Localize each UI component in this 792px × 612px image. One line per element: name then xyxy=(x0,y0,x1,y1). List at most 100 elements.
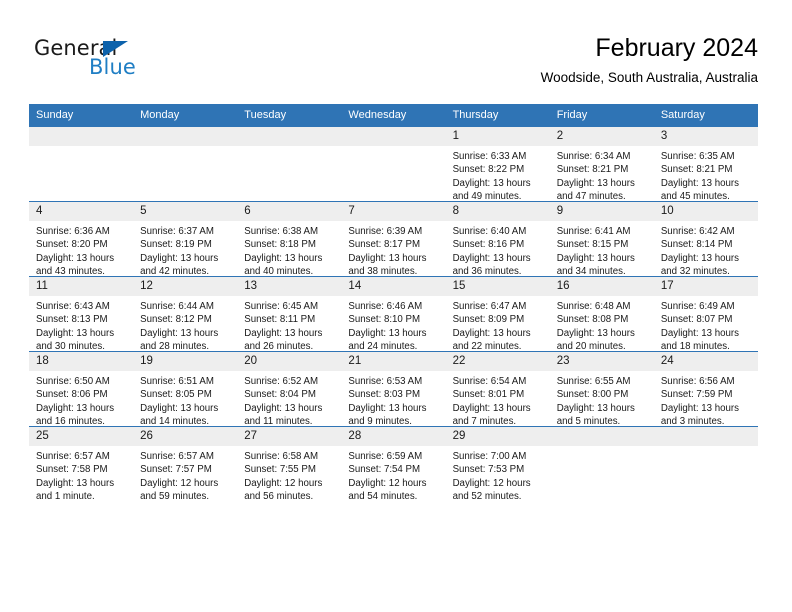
day-cell[interactable]: 10 Sunrise: 6:42 AM Sunset: 8:14 PM Dayligh… xyxy=(653,201,758,278)
sunset-text: Sunset: 8:13 PM xyxy=(36,314,108,326)
day-cell[interactable] xyxy=(133,127,238,202)
sunset-text: Sunset: 8:21 PM xyxy=(556,164,629,176)
masthead: General Blue February 2024 Woodside, Sou… xyxy=(0,0,792,104)
day-cell[interactable]: 17 Sunrise: 6:49 AM Sunset: 8:07 PM Dayligh… xyxy=(653,276,758,353)
calendar-week-row: 25 Sunrise: 6:57 AM Sunset: 7:58 PM Dayligh… xyxy=(29,426,758,503)
day-details: Sunrise: 6:44 AM Sunset: 8:12 PM Daylight:… xyxy=(133,296,237,353)
day-cell[interactable]: 24 Sunrise: 6:56 AM Sunset: 7:59 PM Dayligh… xyxy=(653,351,758,427)
day-cell[interactable]: 23 Sunrise: 6:55 AM Sunset: 8:00 PM Dayligh… xyxy=(549,351,654,427)
day-number: 14 xyxy=(341,277,446,297)
day-details: Sunrise: 6:49 AM Sunset: 8:07 PM Daylight:… xyxy=(654,296,758,353)
day-number: 27 xyxy=(237,427,342,447)
day-cell[interactable]: 22 Sunrise: 6:54 AM Sunset: 8:01 PM Dayligh… xyxy=(445,351,550,428)
daylight-text-line1: Daylight: 13 hours xyxy=(556,252,635,264)
day-details: Sunrise: 6:52 AM Sunset: 8:04 PM Daylight:… xyxy=(237,371,341,428)
day-details: Sunrise: 6:33 AM Sunset: 8:22 PM Daylight:… xyxy=(446,146,550,203)
day-cell[interactable]: 21 Sunrise: 6:53 AM Sunset: 8:03 PM Dayligh… xyxy=(341,351,446,427)
day-cell[interactable] xyxy=(549,426,654,502)
day-number xyxy=(29,127,134,147)
sunrise-text: Sunrise: 6:50 AM xyxy=(36,376,110,388)
day-details: Sunrise: 6:59 AM Sunset: 7:54 PM Daylight:… xyxy=(341,446,445,503)
day-cell[interactable]: 3 Sunrise: 6:35 AM Sunset: 8:21 PM Daylight… xyxy=(653,127,758,202)
day-cell[interactable]: 16 Sunrise: 6:48 AM Sunset: 8:08 PM Dayligh… xyxy=(549,276,654,352)
daylight-text-line2: and 18 minutes. xyxy=(660,340,730,352)
day-cell[interactable]: 1 Sunrise: 6:33 AM Sunset: 8:22 PM Daylight… xyxy=(445,127,550,203)
day-cell[interactable]: 27 Sunrise: 6:58 AM Sunset: 7:55 PM Dayligh… xyxy=(237,426,342,503)
weekday-header-monday: Monday xyxy=(133,104,238,128)
sunrise-text: Sunrise: 6:39 AM xyxy=(348,226,423,238)
daylight-text-line1: Daylight: 13 hours xyxy=(140,252,219,264)
day-cell[interactable]: 14 Sunrise: 6:46 AM Sunset: 8:10 PM Dayligh… xyxy=(341,276,446,352)
sunrise-text: Sunrise: 6:43 AM xyxy=(36,301,110,313)
day-cell[interactable]: 9 Sunrise: 6:41 AM Sunset: 8:15 PM Daylight… xyxy=(549,201,654,278)
day-number: 1 xyxy=(445,127,550,147)
daylight-text-line1: Daylight: 13 hours xyxy=(556,327,635,339)
calendar-table: Sunday Monday Tuesday Wednesday Thursday… xyxy=(29,104,758,503)
day-cell[interactable]: 19 Sunrise: 6:51 AM Sunset: 8:05 PM Dayligh… xyxy=(133,351,238,427)
calendar-week-row: 4 Sunrise: 6:36 AM Sunset: 8:20 PM Daylight… xyxy=(29,201,758,278)
day-details: Sunrise: 6:39 AM Sunset: 8:17 PM Daylight:… xyxy=(341,221,445,278)
day-cell[interactable]: 2 Sunrise: 6:34 AM Sunset: 8:21 PM Daylight… xyxy=(549,127,654,202)
day-number: 18 xyxy=(29,352,134,372)
day-details xyxy=(654,446,758,450)
day-details: Sunrise: 6:41 AM Sunset: 8:15 PM Daylight:… xyxy=(550,221,654,278)
day-number xyxy=(133,127,238,147)
day-cell[interactable]: 12 Sunrise: 6:44 AM Sunset: 8:12 PM Dayligh… xyxy=(133,276,238,353)
day-cell[interactable]: 20 Sunrise: 6:52 AM Sunset: 8:04 PM Dayligh… xyxy=(237,351,342,428)
day-details: Sunrise: 6:37 AM Sunset: 8:19 PM Daylight:… xyxy=(133,221,237,278)
sunrise-text: Sunrise: 6:37 AM xyxy=(140,226,214,238)
day-number: 2 xyxy=(549,127,654,147)
day-cell[interactable] xyxy=(341,127,446,202)
sunrise-text: Sunrise: 6:46 AM xyxy=(348,301,423,313)
day-number: 17 xyxy=(653,277,758,297)
daylight-text-line2: and 43 minutes. xyxy=(36,265,105,277)
sunrise-text: Sunrise: 6:36 AM xyxy=(36,226,110,238)
day-cell[interactable]: 15 Sunrise: 6:47 AM Sunset: 8:09 PM Dayligh… xyxy=(445,276,550,352)
day-cell[interactable]: 18 Sunrise: 6:50 AM Sunset: 8:06 PM Dayligh… xyxy=(29,351,134,427)
day-number: 10 xyxy=(653,202,758,222)
day-details: Sunrise: 6:45 AM Sunset: 8:11 PM Daylight:… xyxy=(237,296,341,353)
day-cell[interactable]: 5 Sunrise: 6:37 AM Sunset: 8:19 PM Daylight… xyxy=(133,201,238,278)
day-details: Sunrise: 6:42 AM Sunset: 8:14 PM Daylight:… xyxy=(654,221,758,278)
day-cell[interactable]: 8 Sunrise: 6:40 AM Sunset: 8:16 PM Daylight… xyxy=(445,201,550,277)
day-cell[interactable] xyxy=(237,127,342,202)
general-blue-logo[interactable]: General Blue xyxy=(34,38,214,90)
day-details: Sunrise: 6:57 AM Sunset: 7:57 PM Daylight:… xyxy=(133,446,237,503)
sunset-text: Sunset: 8:09 PM xyxy=(452,314,525,326)
daylight-text-line2: and 5 minutes. xyxy=(556,415,621,427)
sunrise-text: Sunrise: 6:49 AM xyxy=(660,301,735,313)
daylight-text-line2: and 28 minutes. xyxy=(140,340,210,352)
daylight-text-line2: and 1 minute. xyxy=(36,490,95,502)
daylight-text-line2: and 38 minutes. xyxy=(348,265,418,277)
daylight-text-line2: and 54 minutes. xyxy=(348,490,418,502)
day-details: Sunrise: 6:58 AM Sunset: 7:55 PM Daylight:… xyxy=(237,446,341,503)
day-number: 25 xyxy=(29,427,134,447)
sunset-text: Sunset: 8:21 PM xyxy=(660,164,733,176)
day-cell[interactable]: 13 Sunrise: 6:45 AM Sunset: 8:11 PM Dayligh… xyxy=(237,276,342,353)
day-details: Sunrise: 6:54 AM Sunset: 8:01 PM Daylight:… xyxy=(446,371,550,428)
day-cell[interactable]: 25 Sunrise: 6:57 AM Sunset: 7:58 PM Dayligh… xyxy=(29,426,134,502)
day-cell[interactable]: 26 Sunrise: 6:57 AM Sunset: 7:57 PM Dayligh… xyxy=(133,426,238,503)
daylight-text-line1: Daylight: 13 hours xyxy=(556,402,635,414)
day-cell[interactable]: 4 Sunrise: 6:36 AM Sunset: 8:20 PM Daylight… xyxy=(29,201,134,277)
day-cell[interactable] xyxy=(653,426,758,502)
sunset-text: Sunset: 8:14 PM xyxy=(660,239,733,251)
sunrise-text: Sunrise: 6:51 AM xyxy=(140,376,214,388)
daylight-text-line2: and 47 minutes. xyxy=(556,190,626,202)
day-cell[interactable]: 29 Sunrise: 7:00 AM Sunset: 7:53 PM Dayligh… xyxy=(445,426,550,503)
day-cell[interactable] xyxy=(29,127,134,202)
sunset-text: Sunset: 8:22 PM xyxy=(452,164,525,176)
daylight-text-line2: and 22 minutes. xyxy=(452,340,522,352)
day-number: 5 xyxy=(133,202,238,222)
sunset-text: Sunset: 8:03 PM xyxy=(348,389,421,401)
weekday-header-friday: Friday xyxy=(549,104,654,128)
day-details: Sunrise: 7:00 AM Sunset: 7:53 PM Daylight:… xyxy=(446,446,550,503)
day-cell[interactable]: 28 Sunrise: 6:59 AM Sunset: 7:54 PM Dayligh… xyxy=(341,426,446,503)
day-cell[interactable]: 6 Sunrise: 6:38 AM Sunset: 8:18 PM Daylight… xyxy=(237,201,342,277)
day-cell[interactable]: 7 Sunrise: 6:39 AM Sunset: 8:17 PM Daylight… xyxy=(341,201,446,278)
calendar-week-row: 11 Sunrise: 6:43 AM Sunset: 8:13 PM Dayligh… xyxy=(29,276,758,353)
day-number: 12 xyxy=(133,277,238,297)
sunrise-text: Sunrise: 6:35 AM xyxy=(660,151,735,163)
daylight-text-line1: Daylight: 12 hours xyxy=(348,477,427,489)
day-cell[interactable]: 11 Sunrise: 6:43 AM Sunset: 8:13 PM Dayligh… xyxy=(29,276,134,352)
